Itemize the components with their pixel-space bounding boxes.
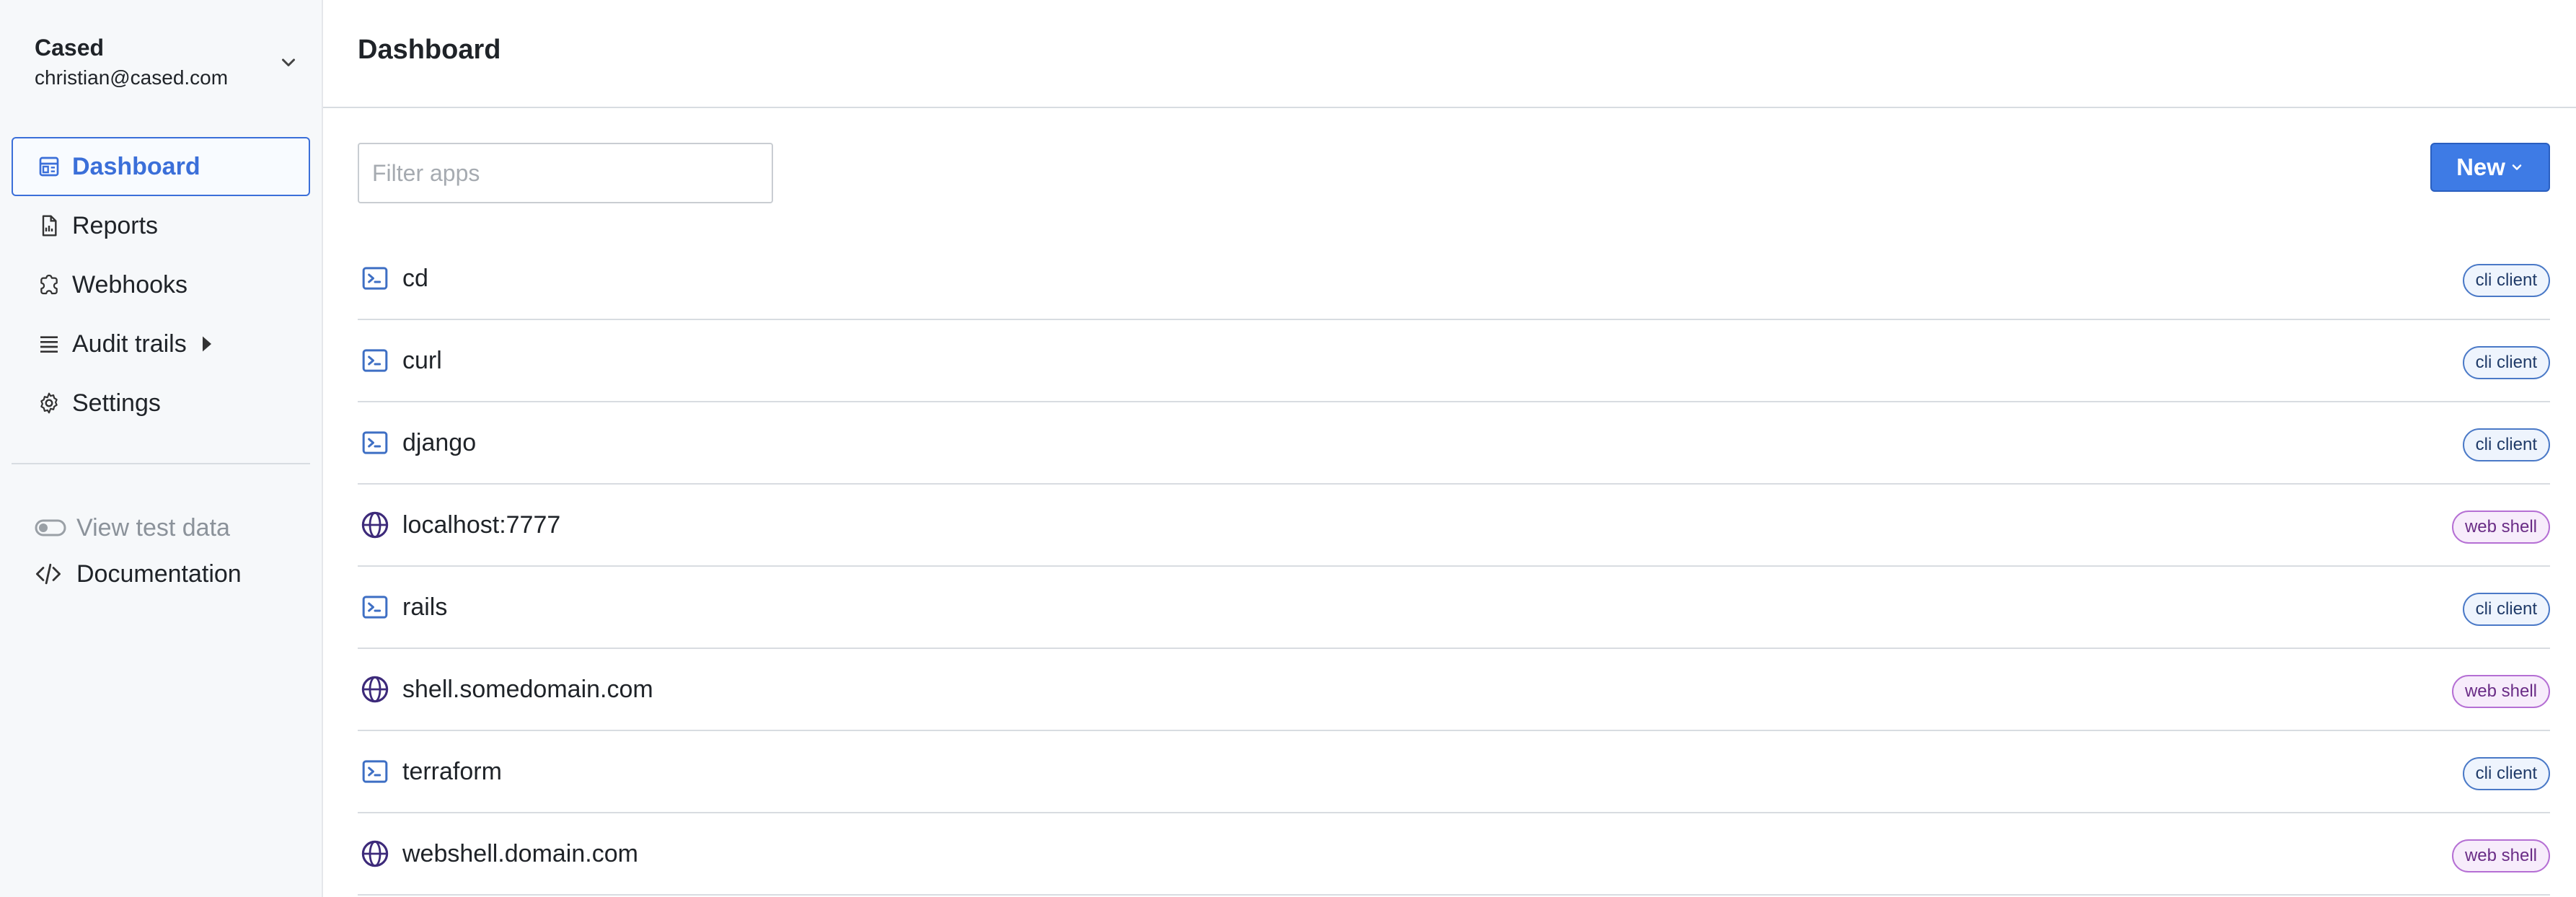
app-row[interactable]: localhost:7777 web shell	[358, 485, 2550, 567]
globe-icon	[359, 509, 391, 541]
terminal-icon	[359, 756, 391, 787]
terminal-icon	[359, 427, 391, 459]
app-name[interactable]: localhost:7777	[402, 511, 560, 539]
terminal-icon	[359, 262, 391, 294]
view-test-data-toggle[interactable]: View test data	[35, 505, 309, 551]
toggle-off-icon[interactable]	[35, 515, 69, 541]
account-name: Cased	[35, 35, 105, 61]
app-type-badge: cli client	[2462, 264, 2550, 297]
page-title: Dashboard	[358, 35, 501, 65]
sidebar-item-dashboard[interactable]: Dashboard	[12, 137, 310, 196]
documentation-label: Documentation	[76, 560, 242, 588]
new-button-label: New	[2456, 154, 2505, 180]
sidebar-item-label: Dashboard	[72, 152, 200, 180]
sidebar: Cased christian@cased.com Dashboard Repo…	[0, 0, 323, 897]
main-content: Dashboard New cd cli client curl cli client…	[323, 0, 2576, 897]
terminal-icon	[359, 345, 391, 376]
sidebar-item-reports[interactable]: Reports	[12, 196, 310, 255]
sidebar-item-label: Settings	[72, 389, 161, 417]
caret-right-icon[interactable]	[201, 335, 213, 353]
app-row[interactable]: terraform cli client	[358, 731, 2550, 813]
sidebar-item-label: Reports	[72, 211, 159, 239]
chevron-down-icon[interactable]	[275, 49, 301, 75]
app-list: cd cli client curl cli client django cli clie…	[358, 238, 2550, 896]
app-type-badge: cli client	[2462, 428, 2550, 461]
account-email: christian@cased.com	[35, 66, 229, 89]
webhook-icon	[36, 272, 62, 298]
documentation-link[interactable]: Documentation	[35, 551, 309, 597]
app-row[interactable]: shell.somedomain.com web shell	[358, 649, 2550, 731]
gear-icon	[36, 390, 62, 416]
filter-apps-input[interactable]	[358, 143, 773, 203]
app-type-badge: cli client	[2462, 593, 2550, 626]
sidebar-item-label: Audit trails	[72, 330, 187, 358]
app-row[interactable]: webshell.domain.com web shell	[358, 813, 2550, 896]
app-name[interactable]: webshell.domain.com	[402, 840, 638, 868]
app-name[interactable]: django	[402, 429, 476, 457]
report-icon	[36, 213, 62, 239]
app-type-badge: web shell	[2451, 675, 2550, 708]
globe-icon	[359, 838, 391, 870]
terminal-icon	[359, 591, 391, 623]
view-test-data-label: View test data	[76, 513, 230, 542]
app-type-badge: web shell	[2451, 839, 2550, 872]
app-name[interactable]: cd	[402, 265, 428, 293]
code-icon	[35, 561, 69, 587]
new-button[interactable]: New	[2430, 143, 2550, 192]
app-name[interactable]: terraform	[402, 758, 502, 786]
chevron-down-icon	[2512, 164, 2522, 170]
app-row[interactable]: curl cli client	[358, 320, 2550, 402]
app-type-badge: web shell	[2451, 511, 2550, 544]
app-name[interactable]: rails	[402, 593, 447, 622]
sidebar-secondary: View test data Documentation	[35, 505, 309, 597]
globe-icon	[359, 673, 391, 705]
app-row[interactable]: cd cli client	[358, 238, 2550, 320]
app-name[interactable]: curl	[402, 347, 442, 375]
app-row[interactable]: rails cli client	[358, 567, 2550, 649]
list-icon	[36, 331, 62, 357]
app-name[interactable]: shell.somedomain.com	[402, 676, 653, 704]
sidebar-item-label: Webhooks	[72, 270, 188, 299]
sidebar-item-settings[interactable]: Settings	[12, 374, 310, 433]
app-type-badge: cli client	[2462, 757, 2550, 790]
page-header: Dashboard	[323, 0, 2576, 108]
sidebar-item-audit-trails[interactable]: Audit trails	[12, 314, 310, 374]
layout-icon	[36, 154, 62, 180]
app-row[interactable]: django cli client	[358, 402, 2550, 485]
account-switcher[interactable]: Cased christian@cased.com	[35, 32, 301, 92]
sidebar-divider	[12, 463, 310, 464]
app-root: Cased christian@cased.com Dashboard Repo…	[0, 0, 2576, 897]
app-type-badge: cli client	[2462, 346, 2550, 379]
sidebar-item-webhooks[interactable]: Webhooks	[12, 255, 310, 314]
sidebar-nav: Dashboard Reports Webhooks Audit trails	[12, 137, 310, 433]
